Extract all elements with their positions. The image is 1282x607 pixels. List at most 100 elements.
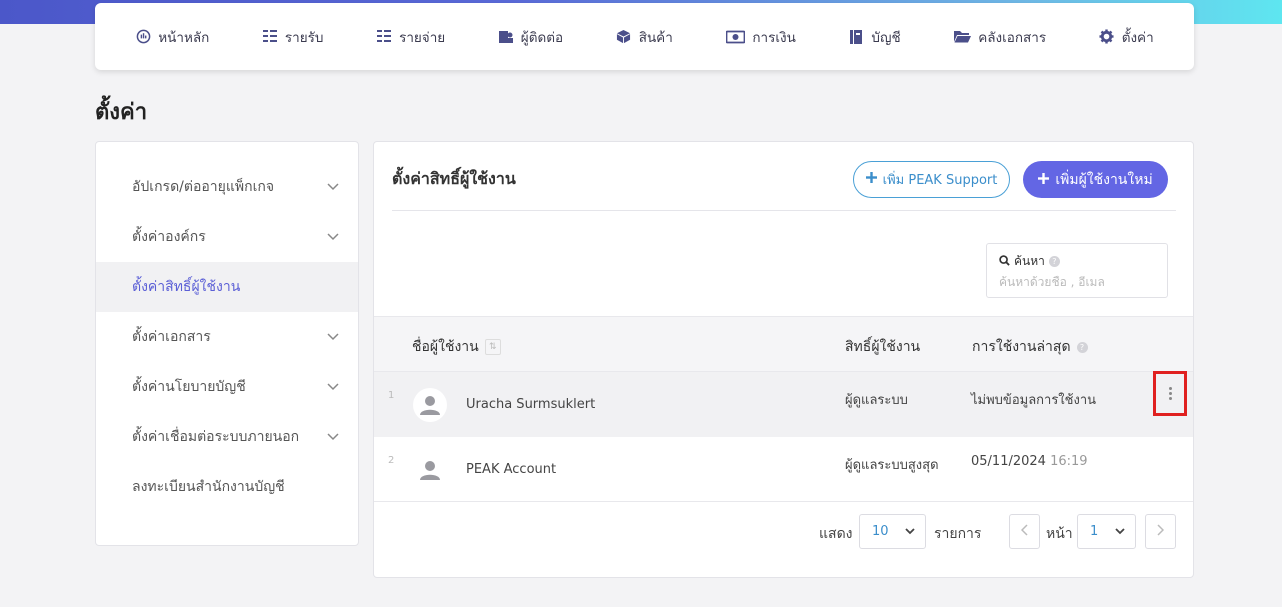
help-icon[interactable]: ? bbox=[1048, 256, 1060, 267]
sidebar-item-upgrade-package[interactable]: อัปเกรด/ต่ออายุแพ็กเกจ bbox=[96, 162, 358, 212]
chevron-down-icon bbox=[326, 330, 340, 344]
page-label: หน้า bbox=[1046, 526, 1073, 542]
chevron-down-icon bbox=[326, 380, 340, 394]
sidebar-item-label: อัปเกรด/ต่ออายุแพ็กเกจ bbox=[132, 179, 275, 195]
page-value: 1 bbox=[1090, 524, 1099, 539]
chevron-down-icon bbox=[326, 180, 340, 194]
sidebar-item-label: ตั้งค่าสิทธิ์ผู้ใช้งาน bbox=[132, 279, 241, 295]
nav-label: คลังเอกสาร bbox=[978, 29, 1047, 46]
nav-item-finance[interactable]: การเงิน bbox=[725, 26, 796, 48]
table-row[interactable]: 2 PEAK Account ผู้ดูแลระบบสูงสุด 05/11/2… bbox=[374, 437, 1193, 502]
nav-item-products[interactable]: สินค้า bbox=[616, 26, 673, 48]
nav-item-home[interactable]: หน้าหลัก bbox=[135, 26, 209, 48]
box-icon bbox=[616, 29, 632, 45]
nav-label: ผู้ติดต่อ bbox=[520, 29, 564, 46]
user-name: Uracha Surmsuklert bbox=[466, 397, 596, 412]
income-list-icon bbox=[262, 29, 278, 45]
row-number: 1 bbox=[388, 390, 395, 401]
header-label: สิทธิ์ผู้ใช้งาน bbox=[845, 339, 921, 355]
sidebar-item-register-accounting-office[interactable]: ลงทะเบียนสำนักงานบัญชี bbox=[96, 462, 358, 512]
nav-label: การเงิน bbox=[752, 29, 796, 46]
sidebar-item-label: ตั้งค่าเอกสาร bbox=[132, 329, 211, 345]
gear-icon bbox=[1099, 29, 1115, 45]
plus-icon bbox=[1038, 172, 1050, 188]
nav-item-income[interactable]: รายรับ bbox=[262, 26, 324, 48]
money-icon bbox=[725, 29, 745, 45]
nav-label: รายรับ bbox=[284, 29, 324, 46]
add-peak-support-button[interactable]: เพิ่ม PEAK Support bbox=[853, 161, 1010, 198]
avatar bbox=[413, 388, 447, 422]
sidebar-item-integrations[interactable]: ตั้งค่าเชื่อมต่อระบบภายนอก bbox=[96, 412, 358, 462]
expense-list-icon bbox=[376, 29, 392, 45]
main-navbar: หน้าหลัก รายรับ รายจ่าย ผู้ติดต่อ สินค้า… bbox=[95, 3, 1194, 70]
add-new-user-button[interactable]: เพิ่มผู้ใช้งานใหม่ bbox=[1023, 161, 1168, 198]
plus-icon bbox=[865, 172, 877, 187]
nav-label: บัญชี bbox=[871, 29, 901, 46]
header-last-used: การใช้งานล่าสุด ? bbox=[972, 336, 1088, 358]
chevron-down-icon bbox=[1115, 524, 1125, 539]
sidebar-item-label: ตั้งค่านโยบายบัญชี bbox=[132, 379, 246, 395]
sidebar-item-organization[interactable]: ตั้งค่าองค์กร bbox=[96, 212, 358, 262]
page-select[interactable]: 1 bbox=[1077, 514, 1136, 549]
avatar bbox=[413, 453, 447, 487]
show-label: แสดง bbox=[819, 526, 853, 542]
nav-label: ตั้งค่า bbox=[1121, 29, 1154, 46]
user-role: ผู้ดูแลระบบ bbox=[845, 393, 908, 408]
chevron-down-icon bbox=[905, 524, 915, 539]
chevron-down-icon bbox=[326, 230, 340, 244]
add-new-user-label: เพิ่มผู้ใช้งานใหม่ bbox=[1055, 171, 1153, 188]
nav-label: รายจ่าย bbox=[399, 29, 446, 46]
header-role: สิทธิ์ผู้ใช้งาน bbox=[845, 336, 920, 358]
sidebar-item-accounting-policy[interactable]: ตั้งค่านโยบายบัญชี bbox=[96, 362, 358, 412]
sidebar-item-label: ตั้งค่าองค์กร bbox=[132, 229, 206, 245]
table-row[interactable]: 1 Uracha Surmsuklert ผู้ดูแลระบบ ไม่พบข้… bbox=[374, 371, 1193, 437]
user-name: PEAK Account bbox=[466, 462, 557, 477]
chevron-down-icon bbox=[326, 430, 340, 444]
user-permissions-panel: ตั้งค่าสิทธิ์ผู้ใช้งาน เพิ่ม PEAK Suppor… bbox=[373, 141, 1194, 578]
user-role: ผู้ดูแลระบบสูงสุด bbox=[845, 458, 939, 473]
pagination: แสดง 10 รายการ หน้า 1 bbox=[374, 514, 1193, 550]
user-last-used: 05/11/2024 16:19 bbox=[971, 454, 1088, 469]
help-icon[interactable]: ? bbox=[1076, 341, 1088, 353]
per-page-select[interactable]: 10 bbox=[859, 514, 926, 549]
sidebar-item-user-permissions[interactable]: ตั้งค่าสิทธิ์ผู้ใช้งาน bbox=[96, 262, 358, 312]
page-title: ตั้งค่า bbox=[95, 100, 148, 125]
row-number: 2 bbox=[388, 455, 395, 466]
items-label: รายการ bbox=[934, 526, 982, 542]
dashboard-icon bbox=[135, 29, 151, 45]
search-box[interactable]: ค้นหา ? bbox=[986, 243, 1168, 298]
nav-label: หน้าหลัก bbox=[158, 29, 210, 46]
settings-sidebar: อัปเกรด/ต่ออายุแพ็กเกจ ตั้งค่าองค์กร ตั้… bbox=[95, 141, 359, 546]
nav-item-accounting[interactable]: บัญชี bbox=[848, 26, 901, 48]
nav-item-expense[interactable]: รายจ่าย bbox=[376, 26, 445, 48]
folder-icon bbox=[953, 29, 971, 45]
header-label: การใช้งานล่าสุด bbox=[972, 339, 1071, 355]
sidebar-item-documents[interactable]: ตั้งค่าเอกสาร bbox=[96, 312, 358, 362]
book-icon bbox=[848, 29, 864, 45]
user-last-used: ไม่พบข้อมูลการใช้งาน bbox=[971, 389, 1096, 410]
header-label: ชื่อผู้ใช้งาน bbox=[412, 339, 479, 355]
row-actions-menu-button[interactable] bbox=[1153, 371, 1187, 416]
per-page-value: 10 bbox=[872, 524, 889, 539]
header-username: ชื่อผู้ใช้งาน ⇅ bbox=[412, 336, 501, 358]
search-input[interactable] bbox=[999, 275, 1149, 289]
panel-title: ตั้งค่าสิทธิ์ผู้ใช้งาน bbox=[392, 169, 516, 188]
sidebar-item-label: ตั้งค่าเชื่อมต่อระบบภายนอก bbox=[132, 429, 300, 445]
nav-item-contacts[interactable]: ผู้ติดต่อ bbox=[498, 26, 563, 48]
prev-page-button[interactable] bbox=[1009, 514, 1040, 549]
next-page-button[interactable] bbox=[1145, 514, 1176, 549]
contacts-icon bbox=[498, 29, 514, 45]
chevron-left-icon bbox=[1020, 523, 1028, 540]
add-peak-support-label: เพิ่ม PEAK Support bbox=[882, 173, 998, 188]
search-icon bbox=[999, 254, 1010, 269]
nav-item-documents[interactable]: คลังเอกสาร bbox=[953, 26, 1046, 48]
last-used-value: ไม่พบข้อมูลการใช้งาน bbox=[971, 393, 1097, 408]
search-label: ค้นหา bbox=[1014, 254, 1045, 268]
divider bbox=[392, 210, 1176, 211]
kebab-icon bbox=[1168, 387, 1172, 400]
last-used-date: 05/11/2024 bbox=[971, 454, 1046, 469]
chevron-right-icon bbox=[1157, 523, 1165, 540]
nav-item-settings[interactable]: ตั้งค่า bbox=[1099, 26, 1154, 48]
table-header: ชื่อผู้ใช้งาน ⇅ สิทธิ์ผู้ใช้งาน การใช้งา… bbox=[374, 316, 1193, 372]
sort-icon[interactable]: ⇅ bbox=[484, 339, 501, 355]
